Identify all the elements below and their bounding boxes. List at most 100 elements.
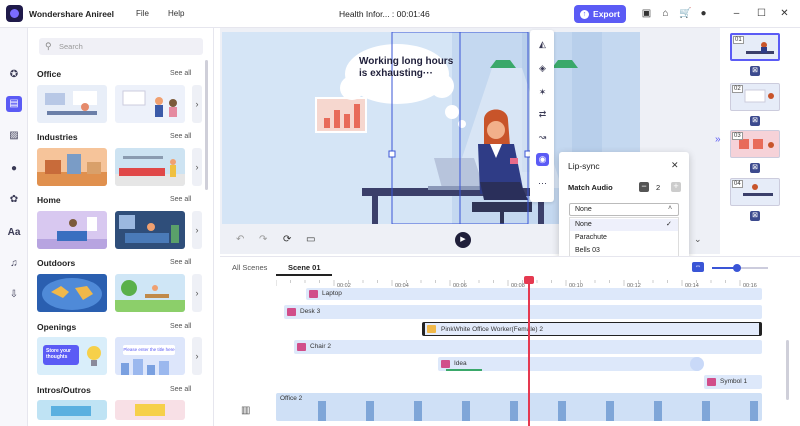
outdoors-thumb-2[interactable]	[115, 274, 185, 312]
play-button[interactable]: ▶	[455, 232, 471, 248]
see-all-industries[interactable]: See all	[170, 133, 191, 140]
more-icon[interactable]: ⋯	[536, 177, 549, 190]
menu-file[interactable]: File	[136, 9, 149, 18]
playhead[interactable]	[528, 278, 530, 426]
close-window-icon[interactable]: ✕	[779, 8, 790, 19]
zoom-slider-handle[interactable]	[733, 264, 741, 272]
text-icon[interactable]: Aa	[6, 225, 22, 241]
scene-thumb-03[interactable]: 03	[730, 130, 780, 158]
home-thumb-2[interactable]	[115, 211, 185, 249]
camera-icon[interactable]: ▭	[306, 234, 315, 245]
fit-timeline-icon[interactable]: ⇔	[692, 262, 704, 272]
zoom-chevron-icon[interactable]: ⌄	[694, 234, 702, 245]
track-icon	[441, 360, 450, 368]
maximize-icon[interactable]: ☐	[756, 8, 767, 19]
home-icon[interactable]: ⌂	[660, 8, 671, 19]
audio-select-value: None	[575, 206, 592, 213]
import-icon[interactable]: ⇩	[6, 287, 22, 303]
music-icon[interactable]: ♫	[6, 256, 22, 272]
section-title-intros-outros: Intros/Outros	[37, 385, 91, 395]
section-title-industries: Industries	[37, 132, 78, 142]
cart-icon[interactable]: 🛒	[679, 8, 691, 19]
audio-select[interactable]: None ˄	[569, 203, 679, 216]
match-audio-count: 2	[656, 183, 661, 192]
section-title-openings: Openings	[37, 322, 77, 332]
idea-keyframe[interactable]	[690, 357, 704, 371]
transition-icon-4[interactable]: ⊠	[750, 211, 760, 221]
outdoors-next-arrow[interactable]: ›	[192, 274, 202, 312]
track-symbol-1[interactable]: Symbol 1	[704, 375, 762, 389]
check-icon: ✓	[666, 221, 672, 228]
see-all-home[interactable]: See all	[170, 196, 191, 203]
office-thumb-2[interactable]	[115, 85, 185, 123]
scene-number: 02	[732, 85, 743, 93]
scene-thumb-02[interactable]: 02	[730, 83, 780, 111]
track-laptop[interactable]: Laptop	[306, 288, 762, 300]
scene-library-icon[interactable]: ▤	[6, 96, 22, 112]
lip-sync-icon[interactable]: ◉	[536, 153, 549, 166]
scene-number: 01	[733, 36, 744, 44]
redo-icon[interactable]: ↷	[259, 234, 267, 245]
minimize-icon[interactable]: –	[731, 8, 742, 19]
account-icon[interactable]: ●	[698, 8, 709, 19]
decrease-button[interactable]: −	[639, 182, 649, 192]
character-icon[interactable]: ✪	[6, 67, 22, 83]
undo-icon[interactable]: ↶	[236, 234, 244, 245]
intros-thumb-2[interactable]	[115, 400, 185, 420]
intros-thumb-1[interactable]	[37, 400, 107, 420]
track-office-2[interactable]: Office 2	[276, 393, 762, 421]
action-icon[interactable]: ✶	[536, 86, 549, 99]
collapse-scenes-icon[interactable]: »	[715, 134, 721, 145]
increase-button[interactable]: +	[671, 182, 681, 192]
person-icon[interactable]: ●	[6, 161, 22, 177]
flip-icon[interactable]: ◭	[536, 38, 549, 51]
app-name: Wondershare Anireel	[29, 9, 115, 19]
audio-option-none[interactable]: None ✓	[570, 219, 678, 231]
home-thumb-1[interactable]	[37, 211, 107, 249]
speech-bubble-text[interactable]: Working long hours is exhausting···	[359, 56, 459, 80]
openings-thumb-2[interactable]: Please enter the title here	[115, 337, 185, 375]
export-button[interactable]: ↑ Export	[574, 5, 626, 23]
tab-all-scenes[interactable]: All Scenes	[232, 263, 267, 272]
see-all-openings[interactable]: See all	[170, 323, 191, 330]
replace-icon[interactable]: ⇄	[536, 108, 549, 121]
layers-icon[interactable]: ◈	[536, 62, 549, 75]
timeline-scrollbar[interactable]	[786, 340, 789, 400]
section-title-office: Office	[37, 69, 62, 79]
see-all-office[interactable]: See all	[170, 70, 191, 77]
outdoors-thumb-1[interactable]	[37, 274, 107, 312]
effects-icon[interactable]: ✿	[6, 192, 22, 208]
export-icon: ↑	[580, 9, 590, 19]
office-next-arrow[interactable]: ›	[192, 85, 202, 123]
industries-thumb-1[interactable]	[37, 148, 107, 186]
track-office-worker[interactable]: PinkWhite Office Worker(Female) 2	[422, 322, 762, 336]
track-icon	[309, 290, 318, 298]
track-desk-3[interactable]: Desk 3	[284, 305, 762, 319]
scene-thumb-01[interactable]: 01	[730, 33, 780, 61]
transition-icon[interactable]: ▨	[6, 128, 22, 144]
office-thumb-1[interactable]	[37, 85, 107, 123]
home-next-arrow[interactable]: ›	[192, 211, 202, 249]
menu-help[interactable]: Help	[168, 9, 184, 18]
audio-option-parachute[interactable]: Parachute	[575, 234, 607, 241]
tab-scene-01[interactable]: Scene 01	[288, 263, 321, 272]
library-scrollbar[interactable]	[205, 60, 208, 190]
transition-icon-2[interactable]: ⊠	[750, 116, 760, 126]
industries-thumb-2[interactable]	[115, 148, 185, 186]
lip-sync-close-icon[interactable]: ✕	[671, 160, 679, 171]
see-all-intros-outros[interactable]: See all	[170, 386, 191, 393]
motion-path-icon[interactable]: ↝	[536, 131, 549, 144]
transition-icon-1[interactable]: ⊠	[750, 66, 760, 76]
search-input[interactable]	[39, 38, 203, 55]
transition-icon-3[interactable]: ⊠	[750, 163, 760, 173]
scene-thumb-04[interactable]: 04	[730, 178, 780, 206]
save-icon[interactable]: ▣	[641, 8, 652, 19]
audio-option-bells-03[interactable]: Bells 03	[575, 247, 600, 254]
industries-next-arrow[interactable]: ›	[192, 148, 202, 186]
replay-icon[interactable]: ⟳	[283, 234, 291, 245]
document-title: Health Infor... : 00:01:46	[339, 9, 430, 19]
see-all-outdoors[interactable]: See all	[170, 259, 191, 266]
app-logo-icon	[6, 5, 23, 22]
openings-next-arrow[interactable]: ›	[192, 337, 202, 375]
openings-thumb-1[interactable]: Store your thoughts	[37, 337, 107, 375]
